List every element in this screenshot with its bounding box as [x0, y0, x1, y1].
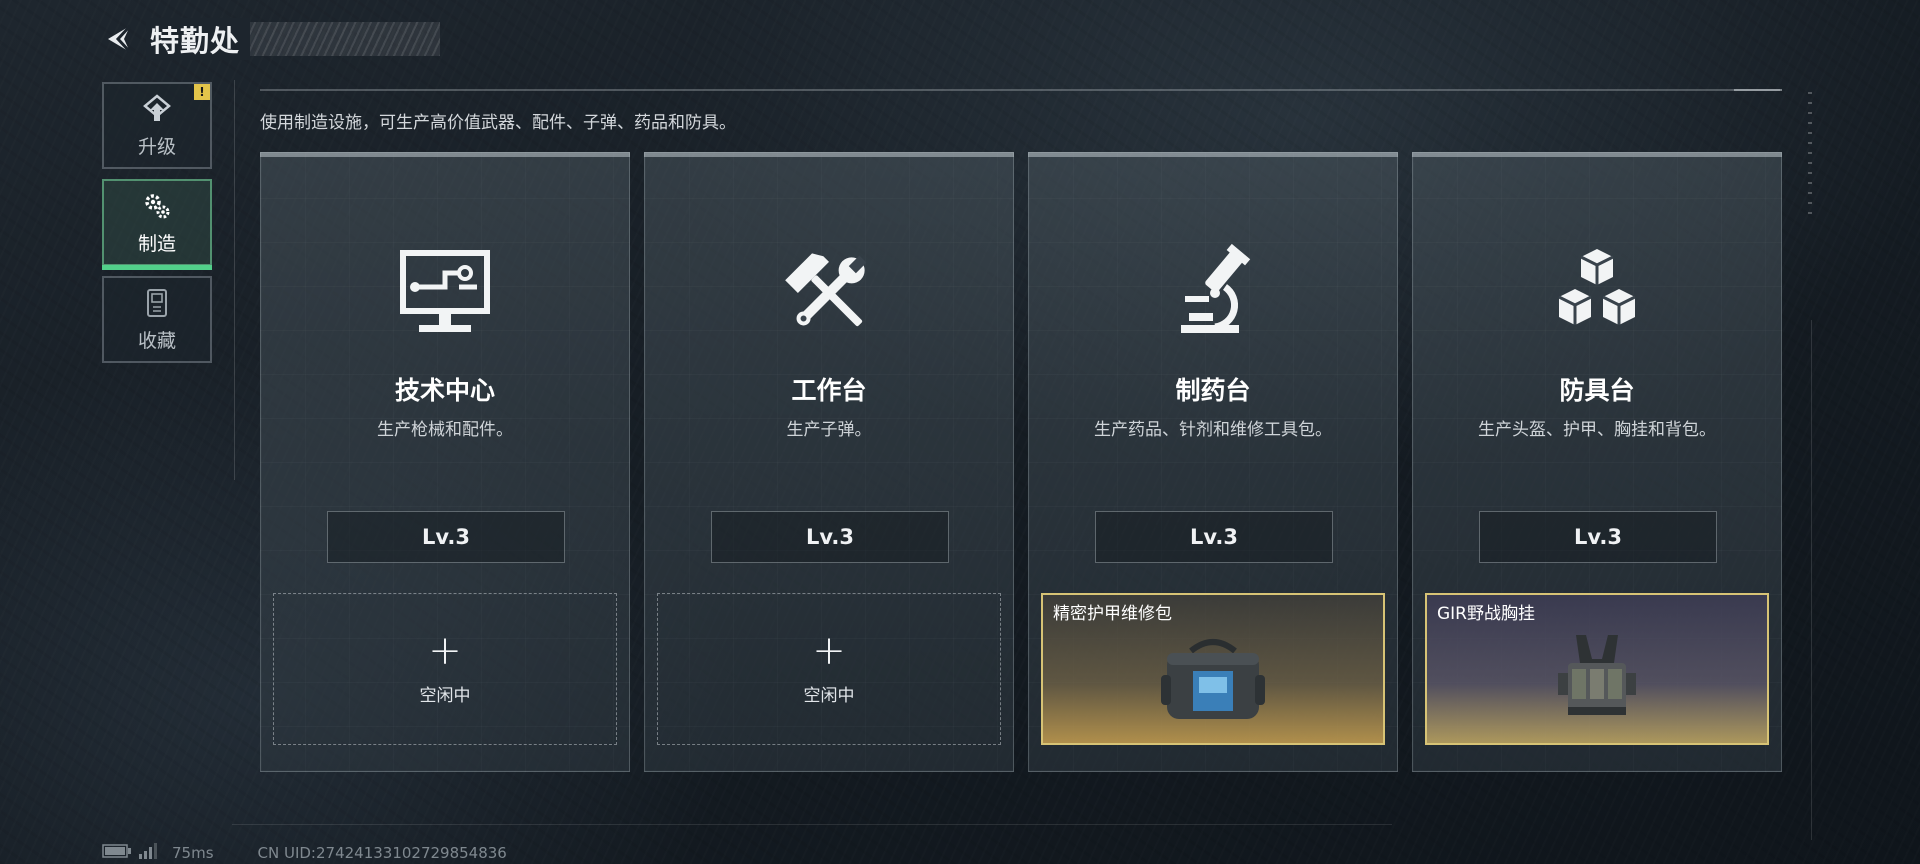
divider	[234, 80, 235, 480]
battery-icon	[102, 844, 132, 862]
armor-boxes-icon	[1413, 243, 1781, 343]
station-description: 生产子弹。	[786, 420, 872, 440]
station-name: 技术中心	[394, 376, 495, 405]
gears-icon	[140, 189, 174, 223]
back-button[interactable]	[102, 21, 138, 57]
station-description: 生产枪械和配件。	[377, 420, 513, 440]
page-header: 特勤处	[102, 18, 440, 60]
back-arrow-icon	[108, 24, 132, 54]
sidebar: ! 升级 制造 收藏	[102, 82, 212, 373]
level-badge: Lv.3	[327, 511, 565, 563]
divider	[232, 824, 1392, 825]
level-badge: Lv.3	[711, 511, 949, 563]
production-slot[interactable]: + 空闲中	[273, 593, 617, 745]
upgrade-icon	[140, 92, 174, 126]
status-bar: 75ms CN UID:27424133102729854836	[102, 843, 507, 863]
ping-readout: 75ms	[172, 844, 214, 862]
tab-collection-label: 收藏	[137, 330, 176, 352]
repair-kit-bag-icon	[1043, 621, 1383, 737]
plus-icon: +	[812, 627, 846, 674]
station-list: 技术中心 生产枪械和配件。 Lv.3 + 空闲中 工作台 生产子弹。 Lv.3 …	[260, 152, 1782, 772]
page-title: 特勤处	[146, 18, 251, 60]
microscope-icon	[1029, 243, 1397, 343]
station-name: 工作台	[791, 376, 867, 405]
station-card-armor[interactable]: 防具台 生产头盔、护甲、胸挂和背包。 Lv.3 GIR野战胸挂	[1412, 152, 1782, 772]
slot-status: 空闲中	[419, 685, 471, 706]
user-uid: CN UID:27424133102729854836	[257, 844, 507, 862]
ruler-decoration	[1808, 92, 1812, 222]
chest-rig-icon	[1427, 621, 1767, 737]
production-slot[interactable]: + 空闲中	[657, 593, 1001, 745]
station-card-tech-center[interactable]: 技术中心 生产枪械和配件。 Lv.3 + 空闲中	[260, 152, 630, 772]
station-description: 生产药品、针剂和维修工具包。	[1094, 420, 1332, 440]
slot-status: 空闲中	[803, 685, 855, 706]
level-badge: Lv.3	[1095, 511, 1333, 563]
tab-manufacture-label: 制造	[137, 233, 176, 255]
computer-icon	[261, 243, 629, 343]
station-card-pharmacy[interactable]: 制药台 生产药品、针剂和维修工具包。 Lv.3 精密护甲维修包	[1028, 152, 1398, 772]
production-slot[interactable]: GIR野战胸挂	[1425, 593, 1769, 745]
alert-badge: !	[194, 84, 210, 100]
signal-icon	[138, 843, 160, 863]
tab-collection[interactable]: 收藏	[102, 276, 212, 363]
divider	[260, 89, 1780, 91]
title-bar: 特勤处	[146, 18, 440, 60]
page-description: 使用制造设施，可生产高价值武器、配件、子弹、药品和防具。	[260, 113, 736, 133]
plus-icon: +	[428, 627, 462, 674]
level-badge: Lv.3	[1479, 511, 1717, 563]
collection-icon	[140, 286, 174, 320]
production-slot[interactable]: 精密护甲维修包	[1041, 593, 1385, 745]
divider	[1811, 320, 1812, 840]
tab-upgrade-label: 升级	[137, 136, 176, 158]
station-name: 制药台	[1175, 376, 1251, 405]
station-name: 防具台	[1559, 376, 1635, 405]
hammer-wrench-icon	[645, 243, 1013, 343]
station-card-workbench[interactable]: 工作台 生产子弹。 Lv.3 + 空闲中	[644, 152, 1014, 772]
tab-upgrade[interactable]: ! 升级	[102, 82, 212, 169]
station-description: 生产头盔、护甲、胸挂和背包。	[1478, 420, 1716, 440]
tab-manufacture[interactable]: 制造	[102, 179, 212, 270]
divider	[1734, 89, 1782, 91]
